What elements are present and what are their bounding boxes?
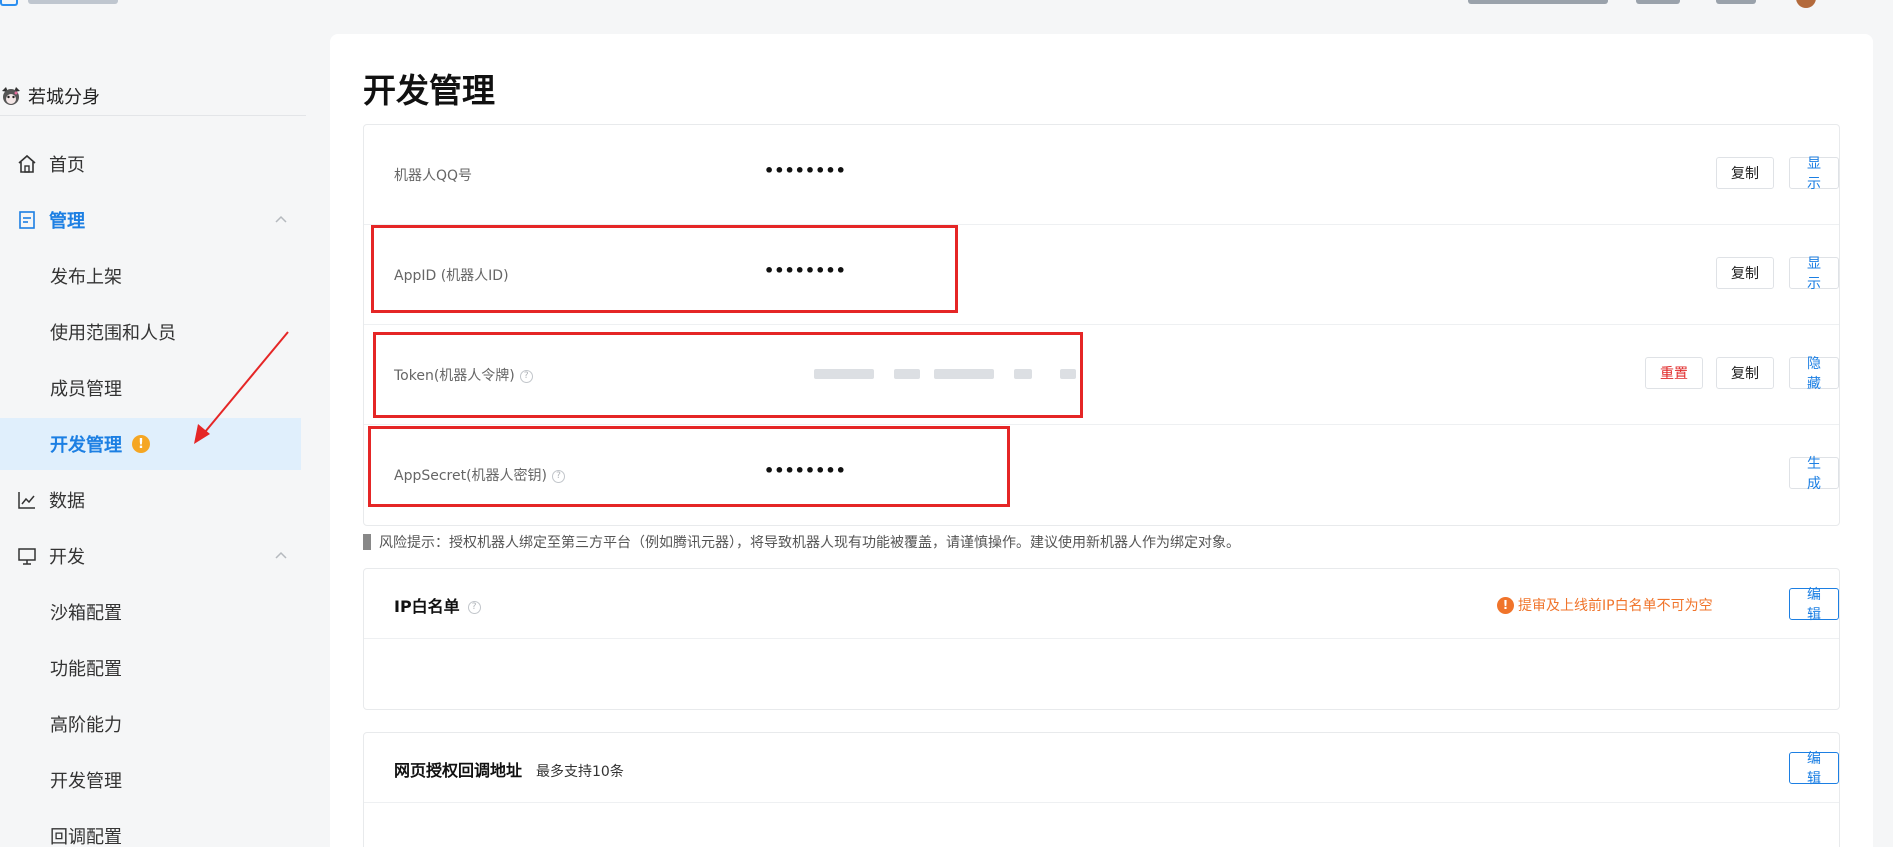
callback-url-title: 网页授权回调地址 最多支持10条	[394, 757, 624, 781]
sidebar-item-advanced[interactable]: 高阶能力	[0, 698, 301, 750]
sidebar-item-label: 沙箱配置	[50, 603, 122, 624]
annotation-frame-appsecret	[368, 426, 1010, 507]
bot-name: 若城分身	[28, 86, 100, 108]
home-icon	[18, 154, 36, 173]
top-nav-item[interactable]	[1716, 0, 1756, 4]
sidebar-item-home[interactable]: 首页	[0, 138, 301, 190]
ip-whitelist-warning: ! 提审及上线前IP白名单不可为空	[1497, 595, 1713, 615]
sidebar-item-publish[interactable]: 发布上架	[0, 250, 301, 302]
sidebar-item-label: 发布上架	[50, 267, 122, 288]
page-title: 开发管理	[363, 71, 495, 110]
sidebar-item-label: 成员管理	[50, 379, 122, 400]
annotation-arrow-icon	[194, 331, 289, 444]
sidebar-item-label: 开发管理	[50, 435, 122, 456]
user-avatar[interactable]	[1796, 0, 1816, 8]
ip-whitelist-title: IP白名单?	[394, 593, 481, 617]
chevron-up-icon[interactable]	[274, 213, 288, 227]
help-icon[interactable]: ?	[467, 601, 481, 614]
sidebar-item-label: 回调配置	[50, 827, 122, 847]
top-nav-item[interactable]	[1468, 0, 1608, 4]
monitor-icon	[18, 548, 36, 565]
sidebar-group-manage[interactable]: 管理	[0, 194, 301, 246]
sidebar-group-develop[interactable]: 开发	[0, 530, 301, 582]
sidebar-item-label: 高阶能力	[50, 715, 122, 736]
annotation-frame-appid	[371, 225, 958, 313]
hide-button[interactable]: 隐藏	[1789, 356, 1839, 392]
sidebar-item-label: 数据	[49, 491, 85, 512]
risk-tip-text: 风险提示：授权机器人绑定至第三方平台（例如腾讯元器），将导致机器人现有功能被覆盖…	[379, 535, 1240, 551]
sidebar-item-callback[interactable]: 回调配置	[0, 810, 301, 847]
copy-button[interactable]: 复制	[1716, 257, 1774, 289]
ip-whitelist-title-text: IP白名单	[394, 597, 460, 616]
line-chart-icon	[18, 492, 35, 509]
tip-marker-icon	[363, 534, 371, 550]
main-panel: 开发管理 机器人QQ号 •••••••• 复制 显示 AppID (机器人ID)…	[330, 34, 1873, 847]
callback-url-panel: 网页授权回调地址 最多支持10条 编辑	[363, 732, 1840, 847]
sidebar-item-features[interactable]: 功能配置	[0, 642, 301, 694]
bot-avatar-icon	[2, 86, 20, 105]
sidebar-item-sandbox[interactable]: 沙箱配置	[0, 586, 301, 638]
reset-button[interactable]: 重置	[1645, 357, 1703, 389]
credential-label: 机器人QQ号	[394, 168, 473, 184]
credential-value: ••••••••	[764, 161, 846, 180]
ip-whitelist-warning-text: 提审及上线前IP白名单不可为空	[1518, 598, 1713, 614]
ip-whitelist-header: IP白名单? ! 提审及上线前IP白名单不可为空 编辑	[364, 569, 1839, 639]
sidebar-item-data[interactable]: 数据	[0, 474, 301, 526]
callback-url-header: 网页授权回调地址 最多支持10条 编辑	[364, 733, 1839, 803]
show-button[interactable]: 显示	[1789, 256, 1839, 292]
sidebar-item-label: 功能配置	[50, 659, 122, 680]
sidebar-item-label: 开发管理	[50, 771, 122, 792]
callback-url-title-text: 网页授权回调地址	[394, 761, 523, 780]
ip-whitelist-panel: IP白名单? ! 提审及上线前IP白名单不可为空 编辑	[363, 568, 1840, 710]
chevron-up-icon[interactable]	[274, 549, 288, 563]
generate-button[interactable]: 生成	[1789, 456, 1839, 492]
warning-icon: !	[1497, 596, 1514, 614]
annotation-frame-token	[373, 332, 1083, 418]
copy-button[interactable]: 复制	[1716, 157, 1774, 189]
sidebar-item-label: 管理	[49, 211, 85, 232]
copy-button[interactable]: 复制	[1716, 357, 1774, 389]
sidebar-item-label: 首页	[49, 155, 85, 176]
show-button[interactable]: 显示	[1789, 156, 1839, 192]
callback-url-limit: 最多支持10条	[536, 764, 624, 780]
top-nav-item[interactable]	[1636, 0, 1680, 4]
edit-ip-whitelist-button[interactable]: 编辑	[1789, 587, 1839, 623]
document-icon	[19, 211, 35, 229]
warning-badge-icon: !	[132, 435, 150, 453]
sidebar-item-dev-management-2[interactable]: 开发管理	[0, 754, 301, 806]
edit-callback-url-button[interactable]: 编辑	[1789, 751, 1839, 787]
bot-header[interactable]: 若城分身	[0, 76, 306, 116]
sidebar-item-label: 使用范围和人员	[50, 323, 176, 344]
credential-row-qq: 机器人QQ号 •••••••• 复制 显示	[364, 125, 1839, 225]
sidebar-item-label: 开发	[49, 547, 85, 568]
risk-tip: 风险提示：授权机器人绑定至第三方平台（例如腾讯元器），将导致机器人现有功能被覆盖…	[363, 532, 1240, 552]
